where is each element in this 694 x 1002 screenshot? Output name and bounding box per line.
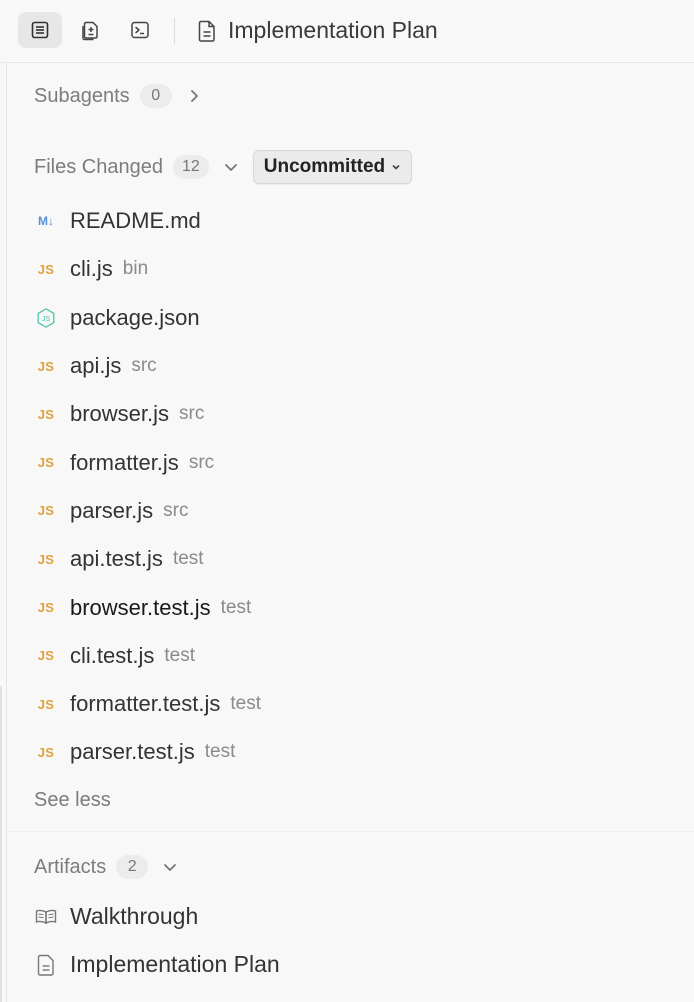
markdown-icon: M↓ bbox=[34, 209, 58, 233]
uncommitted-filter-button[interactable]: Uncommitted bbox=[252, 150, 413, 184]
file-directory: test bbox=[220, 596, 252, 618]
changes-panel: Implementation Plan Subagents 0 Files Ch… bbox=[0, 0, 694, 1002]
js-icon: JS bbox=[34, 596, 58, 620]
artifacts-label: Artifacts bbox=[34, 855, 107, 878]
artifacts-section-header[interactable]: Artifacts 2 bbox=[34, 855, 178, 879]
js-glyph: JS bbox=[37, 503, 55, 519]
file-directory: src bbox=[131, 355, 157, 377]
file-directory: test bbox=[172, 548, 204, 570]
subagents-count-badge: 0 bbox=[139, 84, 172, 108]
file-name: cli.js bbox=[70, 256, 113, 282]
file-row[interactable]: JS browser.test.js test bbox=[34, 583, 674, 631]
toolbar-separator bbox=[174, 18, 175, 44]
js-icon: JS bbox=[34, 740, 58, 764]
artifact-name: Implementation Plan bbox=[70, 951, 280, 977]
file-name: formatter.js bbox=[70, 449, 179, 475]
files-changed-section-header: Files Changed 12 Uncommitted bbox=[34, 150, 413, 184]
chevron-right-icon[interactable] bbox=[186, 88, 202, 104]
file-row[interactable]: JS package.json bbox=[34, 294, 674, 342]
file-row[interactable]: JS cli.js bin bbox=[34, 245, 674, 293]
file-row[interactable]: JS parser.js src bbox=[34, 487, 674, 535]
section-divider bbox=[8, 831, 694, 832]
js-icon: JS bbox=[34, 402, 58, 426]
document-view-button[interactable] bbox=[18, 12, 62, 48]
js-glyph: JS bbox=[37, 744, 55, 760]
book-icon bbox=[35, 909, 57, 924]
js-glyph: JS bbox=[37, 551, 55, 567]
file-name: browser.js bbox=[70, 401, 170, 427]
file-name: parser.js bbox=[70, 497, 154, 523]
file-row[interactable]: JS api.test.js test bbox=[34, 535, 674, 583]
file-directory: test bbox=[204, 741, 236, 763]
js-glyph: JS bbox=[37, 696, 55, 712]
chevron-down-icon[interactable] bbox=[223, 159, 239, 175]
js-icon: JS bbox=[34, 644, 58, 668]
js-glyph: JS bbox=[37, 406, 55, 422]
js-glyph: JS bbox=[37, 600, 55, 616]
toolbar: Implementation Plan bbox=[0, 0, 694, 63]
file-directory: src bbox=[163, 499, 189, 521]
artifact-item-implementation-plan[interactable]: Implementation Plan bbox=[34, 951, 280, 978]
js-icon: JS bbox=[34, 499, 58, 523]
js-icon: JS bbox=[34, 257, 58, 281]
chevron-down-icon bbox=[392, 164, 400, 170]
file-name: README.md bbox=[70, 208, 201, 234]
document-icon bbox=[31, 21, 49, 39]
file-name: cli.test.js bbox=[70, 642, 155, 668]
panel-border bbox=[6, 0, 7, 1002]
js-glyph: JS bbox=[37, 261, 55, 277]
files-changed-count-badge: 12 bbox=[172, 155, 209, 179]
document-icon bbox=[37, 954, 54, 976]
page-title: Implementation Plan bbox=[228, 17, 438, 43]
js-glyph: JS bbox=[37, 455, 55, 471]
files-diff-icon bbox=[82, 21, 98, 41]
nodejs-icon: JS bbox=[34, 306, 58, 330]
document-icon bbox=[198, 20, 215, 42]
file-row[interactable]: JS formatter.js src bbox=[34, 438, 674, 486]
panel-border-accent bbox=[0, 686, 2, 1002]
js-icon: JS bbox=[34, 547, 58, 571]
see-less-link[interactable]: See less bbox=[34, 789, 111, 812]
file-name: formatter.test.js bbox=[70, 691, 221, 717]
terminal-button[interactable] bbox=[118, 12, 162, 48]
chevron-down-icon[interactable] bbox=[162, 859, 178, 875]
file-name: parser.test.js bbox=[70, 739, 195, 765]
artifacts-count-badge: 2 bbox=[116, 855, 149, 879]
file-name: api.test.js bbox=[70, 546, 163, 572]
artifact-name: Walkthrough bbox=[70, 903, 199, 929]
file-directory: test bbox=[164, 644, 195, 666]
file-row[interactable]: JS cli.test.js test bbox=[34, 632, 674, 680]
file-row[interactable]: M↓ README.md bbox=[34, 197, 674, 245]
subagents-label: Subagents bbox=[34, 84, 130, 107]
file-directory: bin bbox=[122, 258, 149, 280]
svg-text:JS: JS bbox=[42, 314, 51, 323]
files-changed-list: M↓ README.md JS cli.js bin JS package.json JS ap… bbox=[34, 197, 674, 777]
md-glyph: M↓ bbox=[38, 214, 54, 229]
file-name: api.js bbox=[70, 353, 122, 379]
files-changed-label: Files Changed bbox=[34, 155, 163, 178]
file-row[interactable]: JS browser.js src bbox=[34, 390, 674, 438]
js-icon: JS bbox=[34, 451, 58, 475]
js-icon: JS bbox=[34, 692, 58, 716]
file-directory: test bbox=[230, 693, 262, 715]
uncommitted-filter-label: Uncommitted bbox=[263, 156, 386, 177]
file-name: browser.test.js bbox=[70, 594, 211, 620]
js-icon: JS bbox=[34, 354, 58, 378]
file-row[interactable]: JS parser.test.js test bbox=[34, 728, 674, 776]
file-row[interactable]: JS formatter.test.js test bbox=[34, 680, 674, 728]
file-name: package.json bbox=[70, 304, 200, 330]
terminal-icon bbox=[131, 21, 149, 39]
subagents-section-header[interactable]: Subagents 0 bbox=[34, 84, 202, 108]
file-row[interactable]: JS api.js src bbox=[34, 342, 674, 390]
files-diff-button[interactable] bbox=[68, 12, 112, 48]
artifact-item-walkthrough[interactable]: Walkthrough bbox=[34, 903, 198, 930]
js-glyph: JS bbox=[37, 648, 55, 664]
file-directory: src bbox=[179, 403, 205, 425]
js-glyph: JS bbox=[37, 358, 55, 374]
file-directory: src bbox=[188, 451, 215, 473]
